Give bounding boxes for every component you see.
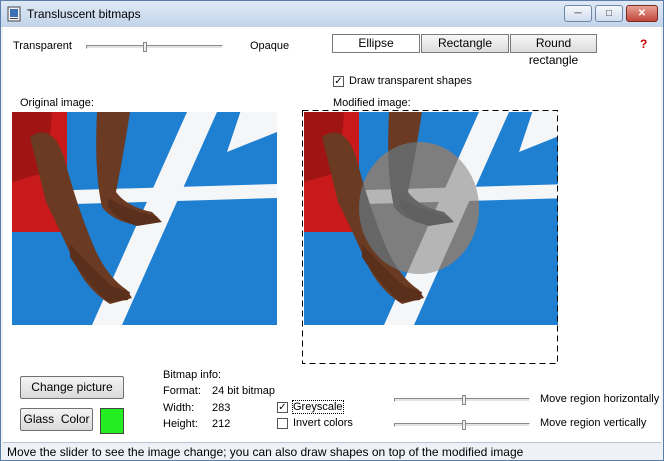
invert-colors-checkbox[interactable] <box>277 418 288 429</box>
app-icon <box>7 6 21 22</box>
draw-transparent-checkbox[interactable]: ✓ <box>333 76 344 87</box>
client-area: Transparent Opaque Ellipse Rectangle Rou… <box>3 27 661 442</box>
ellipse-button[interactable]: Ellipse <box>332 34 420 53</box>
status-text: Move the slider to see the image change;… <box>7 445 524 459</box>
title-bar[interactable]: Transluscent bitmaps ─ □ ✕ <box>1 1 663 27</box>
modified-image[interactable] <box>302 110 558 364</box>
help-icon[interactable]: ? <box>640 37 647 51</box>
horizontal-region-slider-thumb[interactable] <box>462 395 466 405</box>
glass-color-swatch[interactable] <box>100 408 124 434</box>
modified-image-label: Modified image: <box>333 97 411 109</box>
window-title: Transluscent bitmaps <box>27 7 141 21</box>
bitmap-info-title: Bitmap info: <box>163 369 222 381</box>
app-window: Transluscent bitmaps ─ □ ✕ Transparent O… <box>0 0 664 461</box>
format-label: Format: <box>163 385 201 397</box>
minimize-icon: ─ <box>574 8 582 19</box>
move-horizontal-label: Move region horizontally <box>540 393 660 405</box>
greyscale-label: Greyscale <box>292 400 344 414</box>
minimize-button[interactable]: ─ <box>564 5 592 22</box>
close-icon: ✕ <box>637 8 647 19</box>
change-picture-button[interactable]: Change picture <box>20 376 124 399</box>
width-label: Width: <box>163 402 195 414</box>
format-value: 24 bit bitmap <box>212 385 275 397</box>
maximize-icon: □ <box>605 8 613 19</box>
move-vertical-label: Move region vertically <box>540 417 647 429</box>
glass-color-button[interactable]: Glass Color <box>20 408 93 431</box>
transparency-slider-track[interactable] <box>86 45 223 49</box>
opaque-label: Opaque <box>250 40 290 52</box>
transparency-slider-thumb[interactable] <box>143 42 147 52</box>
rectangle-button[interactable]: Rectangle <box>421 34 509 53</box>
draw-transparent-label: Draw transparent shapes <box>349 75 472 87</box>
vertical-region-slider-thumb[interactable] <box>462 420 466 430</box>
round-rectangle-button[interactable]: Round rectangle <box>510 34 597 67</box>
transparent-label: Transparent <box>13 40 72 52</box>
ellipse-selection[interactable] <box>359 142 479 274</box>
invert-colors-label: Invert colors <box>293 417 353 429</box>
original-image <box>12 112 277 325</box>
glass-color-fill <box>101 409 123 433</box>
width-value: 283 <box>212 402 231 414</box>
status-bar: Move the slider to see the image change;… <box>3 442 661 460</box>
height-value: 212 <box>212 418 231 430</box>
maximize-button[interactable]: □ <box>595 5 623 22</box>
height-label: Height: <box>163 418 198 430</box>
close-button[interactable]: ✕ <box>626 5 658 22</box>
original-image-label: Original image: <box>20 97 94 109</box>
greyscale-checkbox[interactable]: ✓ <box>277 402 288 413</box>
